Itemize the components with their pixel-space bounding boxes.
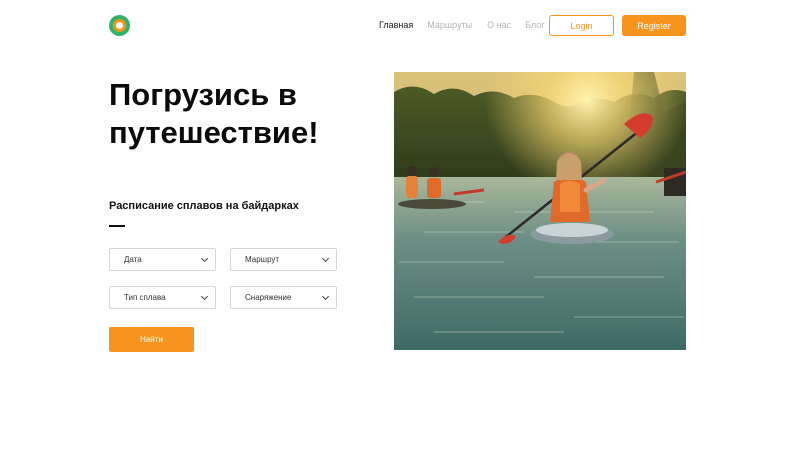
nav-item-about[interactable]: О нас (487, 20, 511, 30)
nav-item-blog[interactable]: Блог (525, 20, 544, 30)
chevron-down-icon (200, 292, 209, 300)
route-select-label: Маршрут (245, 255, 280, 264)
date-select[interactable]: Дата (109, 248, 216, 271)
login-button[interactable]: Login (549, 15, 614, 36)
equipment-select[interactable]: Снаряжение (230, 286, 337, 309)
subtitle-underline (109, 225, 125, 227)
chevron-down-icon (200, 254, 209, 262)
rafting-type-select-label: Тип сплава (124, 293, 166, 302)
main-nav: Главная Маршруты О нас Блог (379, 20, 545, 30)
date-select-label: Дата (124, 255, 142, 264)
page: Главная Маршруты О нас Блог Login Regist… (0, 0, 800, 454)
nav-item-routes[interactable]: Маршруты (427, 20, 472, 30)
nav-item-home[interactable]: Главная (379, 20, 413, 30)
hero-title: Погрузись в путешествие! (109, 76, 369, 152)
hero-photo (394, 72, 686, 350)
equipment-select-label: Снаряжение (245, 293, 292, 302)
register-button[interactable]: Register (622, 15, 686, 36)
chevron-down-icon (321, 292, 330, 300)
rafting-type-select[interactable]: Тип сплава (109, 286, 216, 309)
chevron-down-icon (321, 254, 330, 262)
hero-title-line-2: путешествие! (109, 115, 319, 150)
hero-title-line-1: Погрузись в (109, 77, 297, 112)
route-select[interactable]: Маршрут (230, 248, 337, 271)
schedule-subtitle: Расписание сплавов на байдарках (109, 200, 299, 212)
logo-icon[interactable] (109, 15, 130, 36)
search-button[interactable]: Найти (109, 327, 194, 352)
